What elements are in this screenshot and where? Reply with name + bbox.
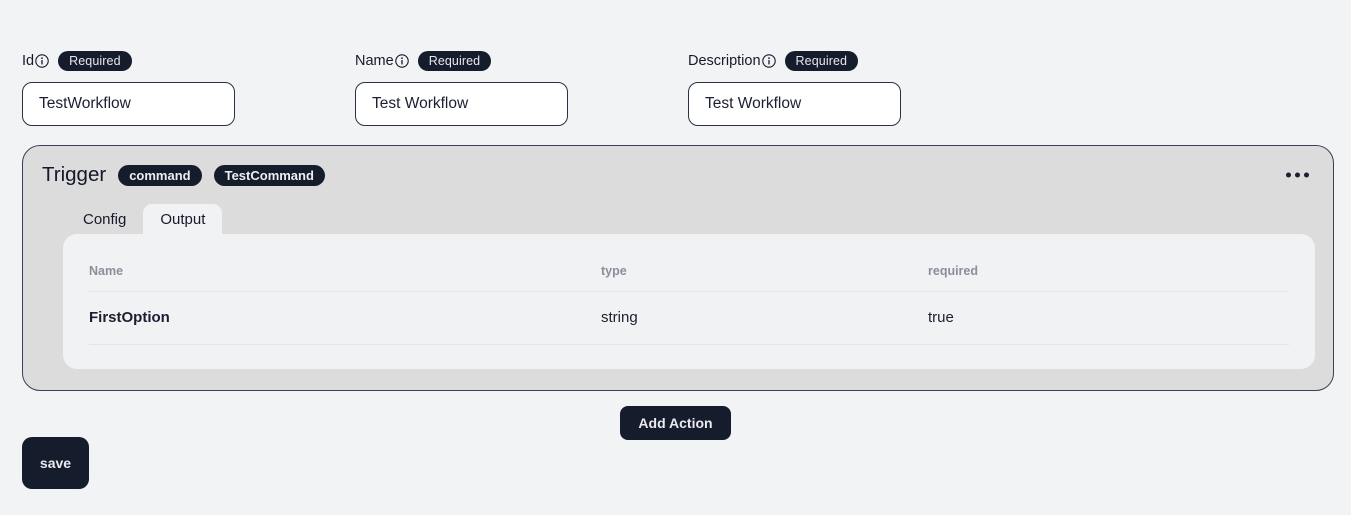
cell-name: FirstOption	[89, 291, 601, 345]
kebab-dot	[1295, 172, 1300, 178]
kebab-horizontal-icon[interactable]	[1282, 167, 1313, 184]
workflow-meta-fields: Id Required Name	[0, 51, 1351, 142]
add-action-container: Add Action	[0, 406, 1351, 440]
field-id: Id Required	[22, 51, 235, 126]
field-name-label: Name	[355, 53, 394, 69]
field-name: Name Required	[355, 51, 568, 126]
field-id-required-badge: Required	[58, 51, 132, 71]
add-action-button[interactable]: Add Action	[620, 406, 731, 440]
workflow-editor-page: Id Required Name	[0, 0, 1351, 515]
field-id-label: Id	[22, 53, 35, 69]
trigger-tabs: Config Output	[23, 204, 1333, 234]
field-name-required-badge: Required	[417, 51, 492, 71]
trigger-tag-command: TestCommand	[213, 164, 325, 186]
table-header-row: Name type required	[89, 234, 1289, 292]
output-table-head: Name type required	[89, 234, 1289, 292]
field-description-label: Description	[688, 53, 761, 69]
kebab-dot	[1304, 172, 1309, 178]
column-header-name: Name	[89, 234, 601, 292]
trigger-panel: Trigger command TestCommand Config Outpu…	[22, 145, 1334, 391]
column-header-required: required	[928, 234, 1289, 292]
tab-output[interactable]: Output	[143, 204, 223, 234]
field-name-label-row: Name Required	[355, 51, 568, 71]
trigger-title: Trigger	[42, 163, 107, 186]
id-input[interactable]	[22, 82, 235, 126]
kebab-dot	[1286, 172, 1291, 178]
field-description-required-badge: Required	[784, 51, 859, 71]
field-id-label-row: Id Required	[22, 51, 235, 71]
output-table: Name type required FirstOption string tr…	[89, 234, 1289, 345]
trigger-output-card: Name type required FirstOption string tr…	[63, 234, 1315, 369]
info-circle-icon[interactable]	[394, 54, 409, 68]
trigger-panel-header: Trigger command TestCommand	[23, 146, 1333, 204]
field-description: Description Required	[688, 51, 901, 126]
output-table-body: FirstOption string true	[89, 291, 1289, 345]
cell-type: string	[601, 291, 928, 345]
cell-required: true	[928, 291, 1289, 345]
name-input[interactable]	[355, 82, 568, 126]
table-row[interactable]: FirstOption string true	[89, 291, 1289, 345]
column-header-type: type	[601, 234, 928, 292]
trigger-tag-type: command	[118, 164, 202, 186]
field-description-label-row: Description Required	[688, 51, 901, 71]
save-button[interactable]: save	[22, 437, 89, 489]
tab-config[interactable]: Config	[66, 204, 143, 234]
info-circle-icon[interactable]	[35, 54, 49, 68]
description-input[interactable]	[688, 82, 901, 126]
info-circle-icon[interactable]	[761, 54, 776, 68]
